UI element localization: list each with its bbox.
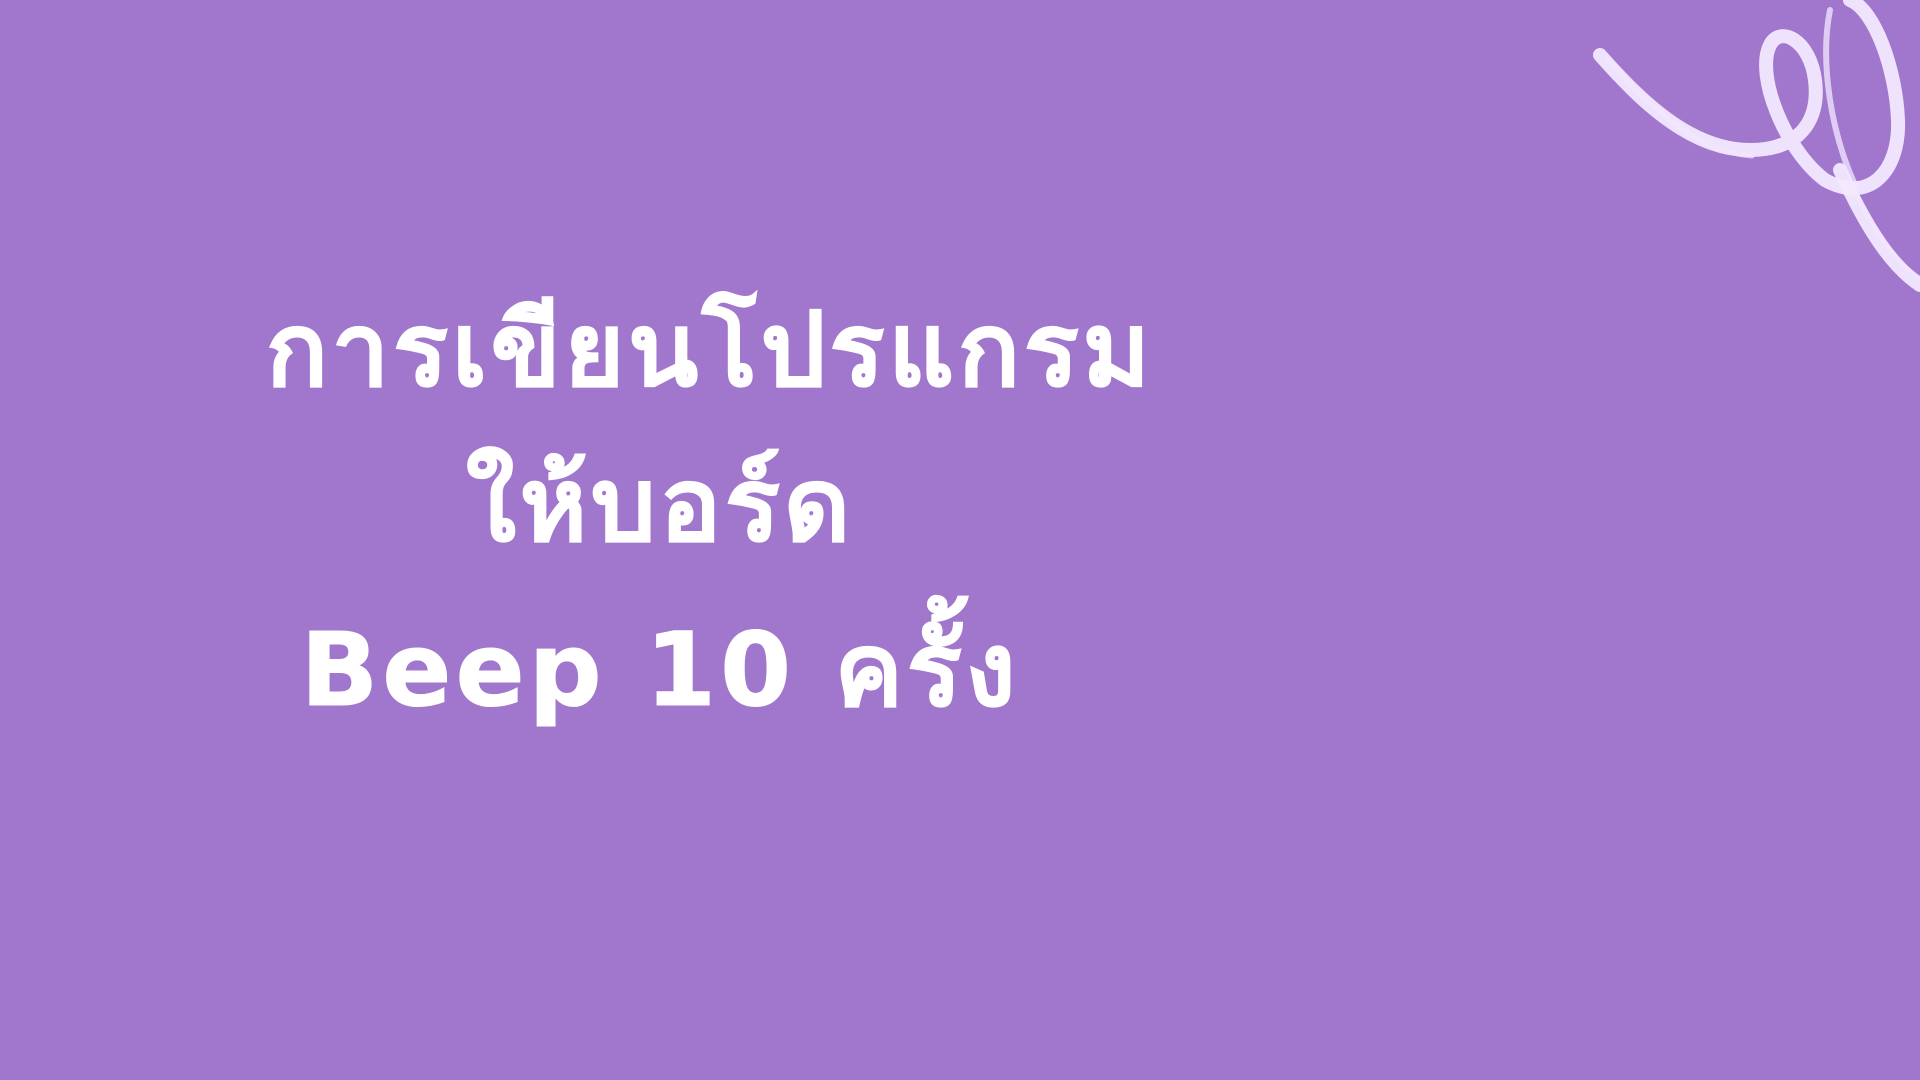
title-line-2: ให้บอร์ด <box>465 446 855 565</box>
title-line-1: การเขียนโปรแกรม <box>266 291 1154 410</box>
swirl-doodle <box>1593 0 1920 292</box>
title-line-3: Beep 10 ครั้ง <box>300 611 1020 730</box>
slide: การเขียนโปรแกรม ให้บอร์ด Beep 10 ครั้ง <box>0 0 1920 1080</box>
